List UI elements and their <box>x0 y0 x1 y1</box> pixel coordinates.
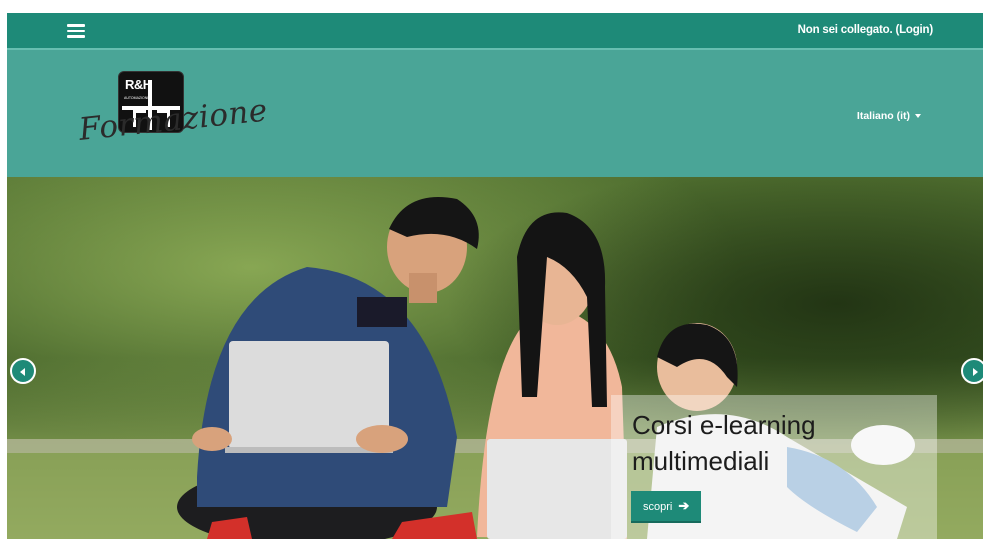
hamburger-menu-icon[interactable] <box>67 24 85 38</box>
hero-carousel: Corsi e-learning multimediali scopri ➔ <box>7 177 983 539</box>
caption-title: Corsi e-learning multimediali <box>632 410 816 476</box>
arrow-right-icon: ➔ <box>678 498 690 513</box>
caret-down-icon <box>915 114 921 119</box>
discover-button-label: scopri <box>643 501 673 513</box>
carousel-caption: Corsi e-learning multimediali scopri ➔ <box>611 395 937 539</box>
chevron-right-icon <box>973 368 978 376</box>
page-frame: Non sei collegato. (Login) R&H AUTOMAZIO… <box>7 13 983 539</box>
site-header: R&H AUTOMAZIONE Formazione Italiano (it) <box>7 50 983 177</box>
top-navbar: Non sei collegato. (Login) <box>7 13 983 50</box>
carousel-next-button[interactable] <box>961 358 983 384</box>
logo-small-text: AUTOMAZIONE <box>124 96 150 100</box>
carousel-prev-button[interactable] <box>10 358 36 384</box>
language-selector[interactable]: Italiano (it) <box>857 110 921 122</box>
login-link[interactable]: Non sei collegato. (Login) <box>798 24 934 36</box>
language-label: Italiano (it) <box>856 110 910 122</box>
chevron-left-icon <box>20 368 25 376</box>
discover-button[interactable]: scopri ➔ <box>631 491 702 523</box>
